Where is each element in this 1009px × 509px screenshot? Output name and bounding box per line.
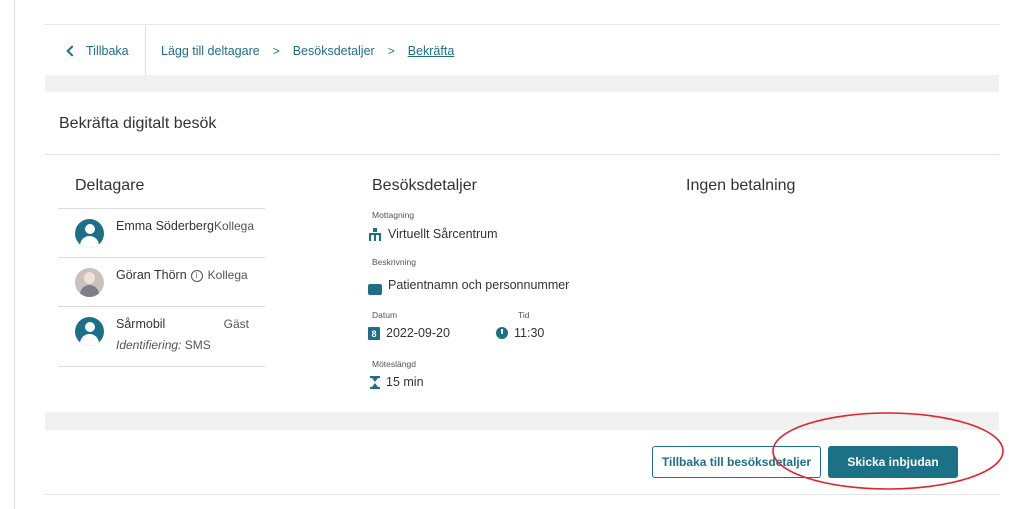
date-label: Datum — [372, 310, 398, 320]
action-footer: Tillbaka till besöksdetaljer Skicka inbj… — [45, 430, 999, 495]
description-value: Patientnamn och personnummer — [368, 274, 569, 295]
chevron-left-icon — [66, 45, 78, 57]
visit-details-heading: Besöksdetaljer — [372, 177, 477, 194]
breadcrumb: Lägg till deltagare > Besöksdetaljer > B… — [161, 44, 454, 58]
person-icon — [75, 317, 104, 346]
participant-role: Kollega — [207, 268, 248, 282]
payment-heading: Ingen betalning — [686, 177, 796, 194]
back-link[interactable]: Tillbaka — [65, 44, 129, 58]
reception-label: Mottagning — [372, 210, 415, 220]
chevron-right-icon: > — [387, 44, 395, 58]
participants-heading: Deltagare — [75, 177, 145, 194]
participant-role: Kollega — [213, 219, 254, 233]
breadcrumb-step-add-participants[interactable]: Lägg till deltagare — [161, 44, 260, 58]
breadcrumb-bar: Tillbaka Lägg till deltagare > Besöksdet… — [45, 24, 999, 75]
duration-value: 15 min — [370, 375, 424, 389]
back-to-details-button[interactable]: Tillbaka till besöksdetaljer — [652, 446, 821, 478]
left-frame-border — [14, 0, 15, 509]
list-item: Göran Thörn i Kollega — [58, 257, 265, 306]
time-label: Tid — [518, 310, 530, 320]
participant-list: Emma SöderbergKollega Göran Thörn i Kolleg… — [58, 208, 265, 367]
info-icon[interactable]: i — [190, 270, 203, 282]
participant-role: Gäst — [223, 317, 249, 331]
breadcrumb-divider — [145, 25, 146, 75]
participant-name: Göran Thörn i Kollega — [116, 268, 248, 282]
participant-name: Emma SöderbergKollega — [116, 219, 254, 233]
clock-icon — [496, 327, 508, 339]
participant-identification: Identifiering: SMS — [116, 338, 211, 352]
description-label: Beskrivning — [372, 257, 416, 267]
calendar-icon: 8 — [368, 326, 380, 340]
summary-card: Deltagare Emma SöderbergKollega Göran Th… — [45, 156, 999, 412]
breadcrumb-step-confirm[interactable]: Bekräfta — [408, 44, 455, 58]
reception-value: Virtuellt Sårcentrum — [368, 227, 498, 241]
breadcrumb-step-visit-details[interactable]: Besöksdetaljer — [293, 44, 375, 58]
avatar — [75, 268, 104, 297]
chat-icon — [368, 284, 382, 295]
person-icon — [75, 219, 104, 248]
org-chart-icon — [368, 227, 382, 241]
section-gap — [45, 75, 999, 92]
time-value: 11:30 — [496, 326, 544, 340]
list-item: Emma SöderbergKollega — [58, 208, 265, 257]
page-title: Bekräfta digitalt besök — [59, 115, 217, 132]
title-card: Bekräfta digitalt besök — [45, 92, 999, 155]
section-gap — [45, 412, 999, 430]
back-link-label: Tillbaka — [86, 44, 129, 58]
date-value: 8 2022-09-20 — [368, 326, 450, 340]
chevron-right-icon: > — [272, 44, 280, 58]
send-invitation-button[interactable]: Skicka inbjudan — [828, 446, 958, 478]
hourglass-icon — [370, 375, 380, 389]
duration-label: Möteslängd — [372, 359, 416, 369]
list-item: Sårmobil Gäst Identifiering: SMS — [58, 306, 265, 367]
participant-name: Sårmobil — [116, 317, 166, 331]
